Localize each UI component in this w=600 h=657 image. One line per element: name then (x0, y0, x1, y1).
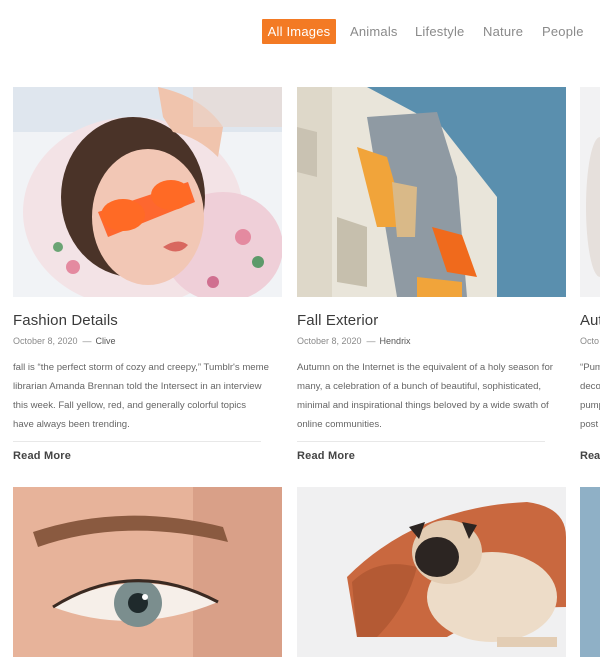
pug-on-blanket-photo[interactable] (297, 487, 566, 657)
post-date: October 8, 2020 (297, 336, 362, 346)
post-title[interactable]: Fall Exterior (297, 312, 378, 329)
filter-nature[interactable]: Nature (483, 19, 523, 44)
filter-people[interactable]: People (542, 19, 584, 44)
post-excerpt: Autumn on the Internet is the equivalent… (297, 362, 553, 430)
post-author[interactable]: Hendrix (380, 336, 411, 346)
filter-all-images[interactable]: All Images (262, 19, 336, 44)
post-excerpt: “Pum deco pump post (580, 358, 600, 434)
excerpt-line: post (580, 419, 599, 430)
partial-photo[interactable] (580, 487, 600, 657)
filter-lifestyle[interactable]: Lifestyle (415, 19, 465, 44)
partial-photo[interactable] (580, 87, 600, 297)
woman-orange-sunglasses-photo[interactable] (13, 87, 282, 297)
post-author[interactable]: Clive (96, 336, 116, 346)
eye-closeup-photo[interactable] (13, 487, 282, 657)
post-date: Octo (580, 336, 600, 346)
divider (13, 441, 261, 442)
divider (297, 441, 545, 442)
post-title[interactable]: Aut (580, 312, 600, 329)
read-more-link[interactable]: Read More (297, 450, 355, 462)
post-title[interactable]: Fashion Details (13, 312, 118, 329)
excerpt-line: pump (580, 400, 600, 411)
excerpt-line: deco (580, 381, 600, 392)
post-excerpt: fall is “the perfect storm of cozy and c… (13, 362, 269, 430)
read-more-link[interactable]: Read More (13, 450, 71, 462)
post-meta: October 8, 2020— Clive (13, 336, 116, 346)
post-date: October 8, 2020 (13, 336, 78, 346)
excerpt-line: “Pum (580, 362, 600, 373)
post-meta: October 8, 2020— Hendrix (297, 336, 411, 346)
read-more-link[interactable]: Read (580, 450, 600, 462)
category-filter-bar: All Images Animals Lifestyle Nature Peop… (262, 19, 600, 44)
building-orange-awnings-photo[interactable] (297, 87, 566, 297)
filter-animals[interactable]: Animals (350, 19, 398, 44)
